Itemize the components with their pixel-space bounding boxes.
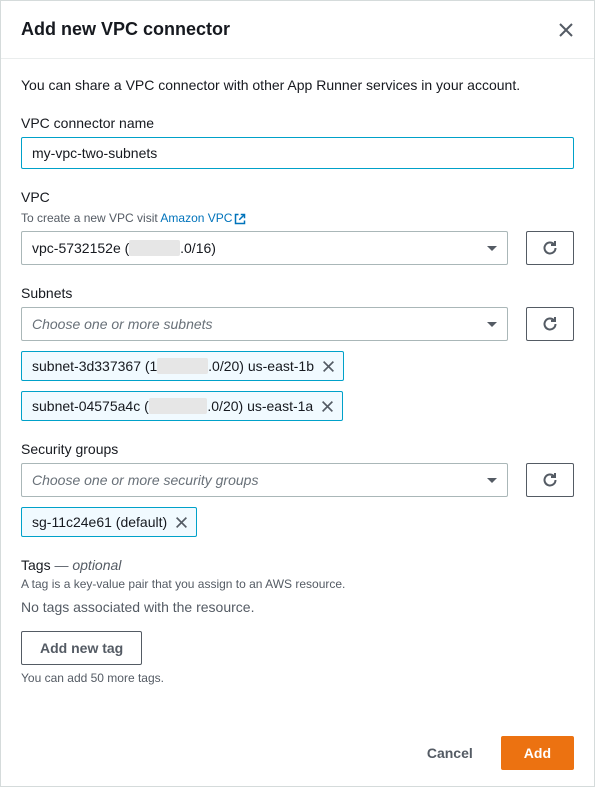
subnet-chip-label: subnet-04575a4c (000.000.0/20) us-east-1… xyxy=(32,398,313,414)
subnet-chip-remove[interactable] xyxy=(322,360,335,373)
subnets-refresh-button[interactable] xyxy=(526,307,574,341)
refresh-icon xyxy=(542,472,558,488)
security-groups-refresh-button[interactable] xyxy=(526,463,574,497)
security-groups-label: Security groups xyxy=(21,441,574,457)
security-group-chip-remove[interactable] xyxy=(175,516,188,529)
tags-description: A tag is a key-value pair that you assig… xyxy=(21,577,574,591)
subnets-group: Subnets Choose one or more subnets subne… xyxy=(21,285,574,421)
security-groups-chips: sg-11c24e61 (default) xyxy=(21,507,574,537)
vpc-label: VPC xyxy=(21,189,574,205)
subnet-chip: subnet-3d337367 (100.000.0/20) us-east-1… xyxy=(21,351,344,381)
subnets-placeholder: Choose one or more subnets xyxy=(32,316,213,332)
close-button[interactable] xyxy=(558,22,574,38)
tags-group: Tags — optional A tag is a key-value pai… xyxy=(21,557,574,685)
close-icon xyxy=(322,360,335,373)
refresh-icon xyxy=(542,316,558,332)
subnet-chip: subnet-04575a4c (000.000.0/20) us-east-1… xyxy=(21,391,343,421)
vpc-select[interactable]: vpc-5732152e (00.000.0/16) xyxy=(21,231,508,265)
vpc-hint: To create a new VPC visit Amazon VPC xyxy=(21,211,574,225)
vpc-connector-name-label: VPC connector name xyxy=(21,115,574,131)
tags-title-row: Tags — optional xyxy=(21,557,574,573)
security-groups-group: Security groups Choose one or more secur… xyxy=(21,441,574,537)
security-group-chip-label: sg-11c24e61 (default) xyxy=(32,514,167,530)
tags-empty-text: No tags associated with the resource. xyxy=(21,599,574,615)
external-link-icon xyxy=(234,213,246,225)
vpc-refresh-button[interactable] xyxy=(526,231,574,265)
close-icon xyxy=(558,22,574,38)
subnets-chips: subnet-3d337367 (100.000.0/20) us-east-1… xyxy=(21,351,574,421)
tags-title: Tags xyxy=(21,557,51,573)
security-groups-placeholder: Choose one or more security groups xyxy=(32,472,258,488)
add-new-tag-button[interactable]: Add new tag xyxy=(21,631,142,665)
subnets-label: Subnets xyxy=(21,285,574,301)
security-group-chip: sg-11c24e61 (default) xyxy=(21,507,197,537)
subnets-select[interactable]: Choose one or more subnets xyxy=(21,307,508,341)
modal-footer: Cancel Add xyxy=(1,720,594,786)
vpc-group: VPC To create a new VPC visit Amazon VPC… xyxy=(21,189,574,265)
tags-optional: — optional xyxy=(54,557,121,573)
refresh-icon xyxy=(542,240,558,256)
intro-text: You can share a VPC connector with other… xyxy=(21,77,574,93)
modal-title: Add new VPC connector xyxy=(21,19,230,40)
tags-limit-text: You can add 50 more tags. xyxy=(21,671,574,685)
close-icon xyxy=(175,516,188,529)
vpc-connector-name-group: VPC connector name xyxy=(21,115,574,169)
security-groups-select[interactable]: Choose one or more security groups xyxy=(21,463,508,497)
vpc-hint-prefix: To create a new VPC visit xyxy=(21,211,160,225)
subnet-chip-label: subnet-3d337367 (100.000.0/20) us-east-1… xyxy=(32,358,314,374)
add-button[interactable]: Add xyxy=(501,736,574,770)
vpc-connector-name-input[interactable] xyxy=(21,137,574,169)
vpc-selected-value: vpc-5732152e (00.000.0/16) xyxy=(32,240,216,256)
amazon-vpc-link[interactable]: Amazon VPC xyxy=(160,211,246,225)
subnet-chip-remove[interactable] xyxy=(321,400,334,413)
close-icon xyxy=(321,400,334,413)
modal-header: Add new VPC connector xyxy=(1,1,594,59)
modal-body: You can share a VPC connector with other… xyxy=(1,59,594,715)
cancel-button[interactable]: Cancel xyxy=(409,736,491,770)
